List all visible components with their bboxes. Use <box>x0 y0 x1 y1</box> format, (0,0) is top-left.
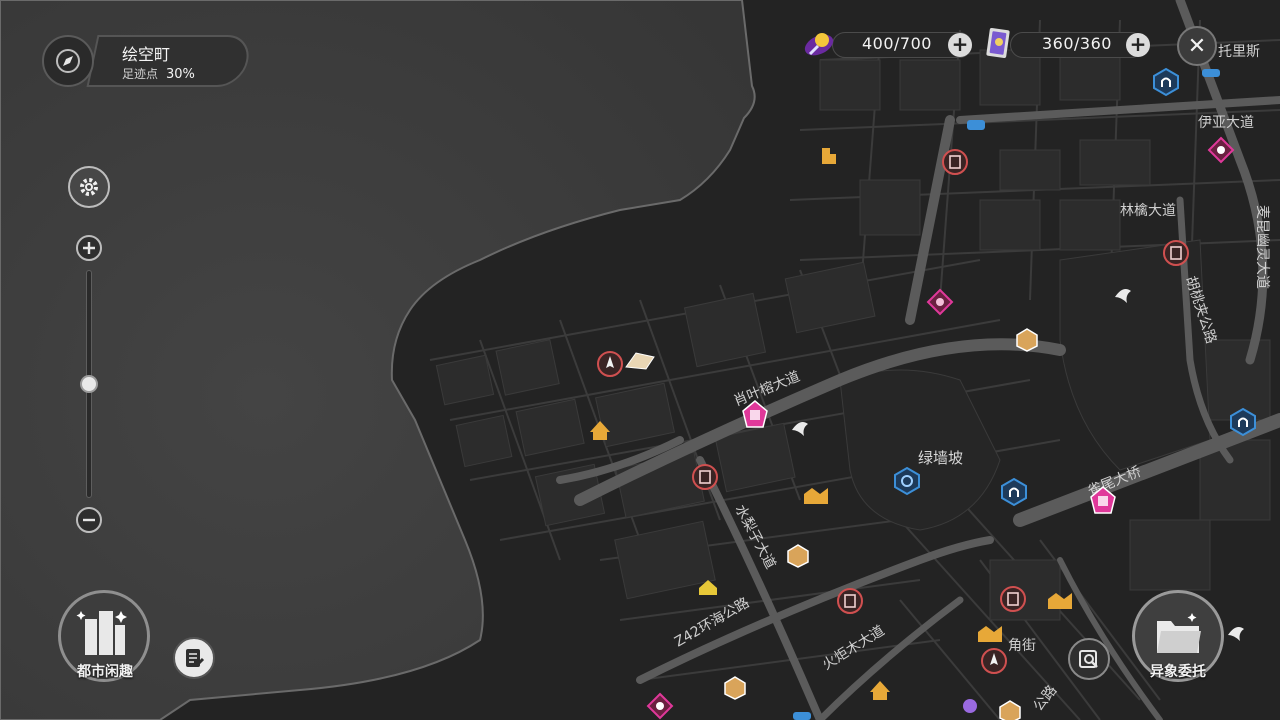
location-name: 绘空町 <box>122 45 171 64</box>
blue-gate-icon[interactable] <box>1153 67 1179 97</box>
street-label-yiya: 伊亚大道 <box>1198 115 1254 131</box>
film-card-icon <box>984 26 1014 60</box>
card-add-button[interactable]: + <box>1126 33 1150 57</box>
zoom-slider-thumb[interactable] <box>80 375 98 393</box>
location-panel: 绘空町 足迹点 30% <box>42 35 254 87</box>
blue-gate-icon[interactable] <box>1001 477 1027 507</box>
compass-button[interactable] <box>42 35 94 87</box>
blue-hollow-icon[interactable] <box>894 466 920 496</box>
purple-pin-icon[interactable] <box>963 699 977 713</box>
rocket-marker-icon[interactable] <box>981 648 1007 674</box>
city-fun-label: 都市闲趣 <box>77 664 133 680</box>
footprint-label: 足迹点 <box>122 67 159 81</box>
red-vending-icon[interactable] <box>942 149 968 175</box>
commission-label: 异象委托 <box>1150 664 1206 680</box>
car-repair-icon[interactable] <box>967 120 985 130</box>
footprint-progress: 足迹点 30% <box>122 65 195 82</box>
settings-button[interactable] <box>68 166 110 208</box>
street-label-linqin: 林檎大道 <box>1120 202 1176 219</box>
battery-plug-icon <box>802 28 836 62</box>
red-vending-icon[interactable] <box>1000 586 1026 612</box>
red-vending-icon[interactable] <box>1163 240 1189 266</box>
gear-icon <box>80 178 98 196</box>
card-value: 360/360 <box>1042 34 1112 53</box>
city-map[interactable]: 伊亚大道 林檎大道 胡桃夹公路 麦昆幽灵大道 肖叶榕大道 水梨子大道 Z42环海… <box>0 0 1280 720</box>
battery-value: 400/700 <box>862 34 932 53</box>
map-search-button[interactable] <box>1068 638 1110 680</box>
close-button[interactable]: ✕ <box>1177 26 1217 66</box>
footprint-percent: 30% <box>166 67 195 82</box>
compass-icon <box>56 49 80 73</box>
district-label-lvqiangpo: 绿墙坡 <box>918 449 963 467</box>
notes-button[interactable] <box>173 637 215 679</box>
red-vending-icon[interactable] <box>837 588 863 614</box>
blue-gate-icon[interactable] <box>1230 407 1256 437</box>
battery-add-button[interactable]: + <box>948 33 972 57</box>
search-icon <box>1079 650 1098 668</box>
zoom-out-button[interactable] <box>76 507 102 533</box>
close-icon: ✕ <box>1187 33 1207 59</box>
notepad-icon <box>186 649 205 667</box>
zoom-in-button[interactable] <box>76 235 102 261</box>
street-label-maikun: 麦昆幽灵大道 <box>1254 205 1270 289</box>
plus-icon <box>83 242 95 254</box>
red-vending-icon[interactable] <box>692 464 718 490</box>
minus-icon <box>83 518 95 522</box>
street-label-tuolisi: 托里斯 <box>1218 44 1260 60</box>
street-label-jiaojie: 角街 <box>1008 638 1036 654</box>
car-icon[interactable] <box>1202 69 1220 77</box>
map-screen: 伊亚大道 林檎大道 胡桃夹公路 麦昆幽灵大道 肖叶榕大道 水梨子大道 Z42环海… <box>0 0 1280 720</box>
blue-car-icon[interactable] <box>793 712 811 720</box>
rocket-marker-icon[interactable] <box>597 351 623 377</box>
